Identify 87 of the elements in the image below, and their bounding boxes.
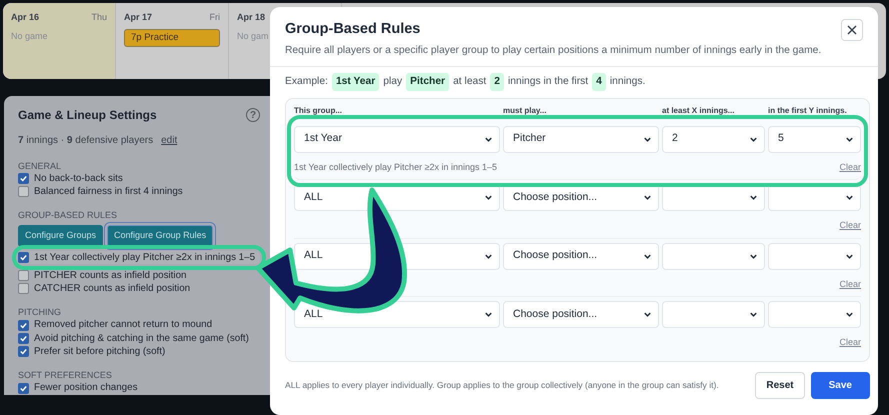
day-cell[interactable]: Apr 16 Thu No game [3,3,116,79]
section-heading: PITCHING [18,306,62,318]
chevron-icon [845,193,854,202]
checkbox-label: PITCHER counts as infield position [34,268,186,282]
configure-button[interactable]: Configure Groups [18,225,104,247]
panel-title: Game & Lineup Settings [18,107,157,124]
select-field[interactable]: Pitcher [503,126,659,153]
modal-subtitle: Require all players or a specific player group to play certain positions a minimum number of innings early in the game. [285,44,822,58]
column-header: must play... [503,104,548,117]
close-button[interactable] [841,19,863,41]
day-date: Apr 18 [237,11,266,24]
settings-summary: 7 innings · 9 defensive players [18,135,154,146]
checkbox-label: Balanced fairness in first 4 innings [34,184,183,198]
checkbox[interactable] [18,382,29,394]
select-field[interactable] [768,242,861,270]
select-field[interactable]: 1st Year [294,126,500,153]
section-heading: SOFT PREFERENCES [18,369,113,382]
chevron-icon [749,134,758,144]
checkbox[interactable] [18,332,29,344]
checkbox-label: 1st Year collectively play Pitcher ≥2x in innings 1–5 [34,250,256,264]
checkbox[interactable] [18,172,29,184]
chevron-icon [643,193,652,202]
chevron-icon [749,193,758,202]
chevron-icon [643,310,652,320]
section-heading: GENERAL [18,160,62,172]
edit-link[interactable]: edit [161,135,178,146]
select-field[interactable]: 5 [768,126,861,153]
chevron-icon [845,252,854,261]
checkbox-label: Prefer sit before pitching (soft) [34,345,166,358]
checkbox-label: Fewer position changes [34,381,138,395]
column-header: at least X innings... [662,104,736,117]
column-header: in the first Y innings. [768,104,848,117]
day-note: No gam [237,30,270,43]
select-field[interactable] [662,242,765,270]
chevron-icon [749,310,758,320]
example-pill: 2 [490,73,504,91]
chevron-icon [749,252,758,261]
day-weekday: Fri [210,11,220,24]
chevron-icon [484,252,493,261]
clear-link[interactable]: Clear [839,278,861,292]
example-text: Example: [285,75,328,90]
section-heading: GROUP-BASED RULES [18,209,118,222]
chevron-icon [845,310,854,320]
select-field[interactable] [768,301,861,328]
select-field[interactable]: Choose position... [503,301,659,328]
day-weekday: Thu [91,11,107,24]
chevron-icon [643,134,652,144]
event-chip[interactable]: 7p Practice [124,28,220,47]
example-text: innings in the first [508,75,588,90]
day-date: Apr 16 [11,11,40,24]
example-pill: 1st Year [332,73,380,91]
example-text: play [383,75,402,90]
chevron-icon [484,134,493,144]
checkbox[interactable] [18,320,29,331]
chevron-icon [484,193,493,202]
checkbox-label: No back-to-back sits [34,172,123,185]
rule-summary: 1st Year collectively play Pitcher ≥2x in innings 1–5 [294,160,498,174]
select-field[interactable] [662,301,765,328]
checkbox[interactable] [18,346,29,358]
column-header: This group... [294,104,343,117]
clear-link[interactable]: Clear [839,219,861,233]
checkbox[interactable] [18,283,29,294]
save-button[interactable]: Save [810,372,870,399]
select-field[interactable]: 2 [662,126,765,153]
day-note: No game [11,30,49,43]
close-icon [847,25,857,35]
select-field[interactable]: Choose position... [503,242,659,270]
example-text: innings. [610,75,646,90]
checkbox-label: Avoid pitching & catching in the same game (soft) [34,332,249,346]
checkbox[interactable] [18,252,29,263]
example-text: at least [453,75,486,90]
example-pill: Pitcher [406,73,450,91]
modal-title: Group-Based Rules [285,20,422,39]
reset-button[interactable]: Reset [755,372,805,399]
chevron-icon [845,134,854,144]
checkbox[interactable] [18,270,29,282]
checkbox-label: CATCHER counts as infield position [34,282,190,296]
chevron-icon [484,310,493,320]
checkbox-label: Removed pitcher cannot return to mound [34,318,212,332]
clear-link[interactable]: Clear [839,160,861,174]
checkbox[interactable] [18,186,29,197]
footer-note: ALL applies to every player individually. Group applies to the group collectively (anyone in the group can satisfy it). [285,378,720,392]
chevron-icon [643,252,652,261]
example-pill: 4 [592,73,606,91]
configure-button[interactable]: Configure Group Rules [107,225,214,247]
clear-link[interactable]: Clear [839,336,861,350]
day-date: Apr 17 [124,11,152,24]
